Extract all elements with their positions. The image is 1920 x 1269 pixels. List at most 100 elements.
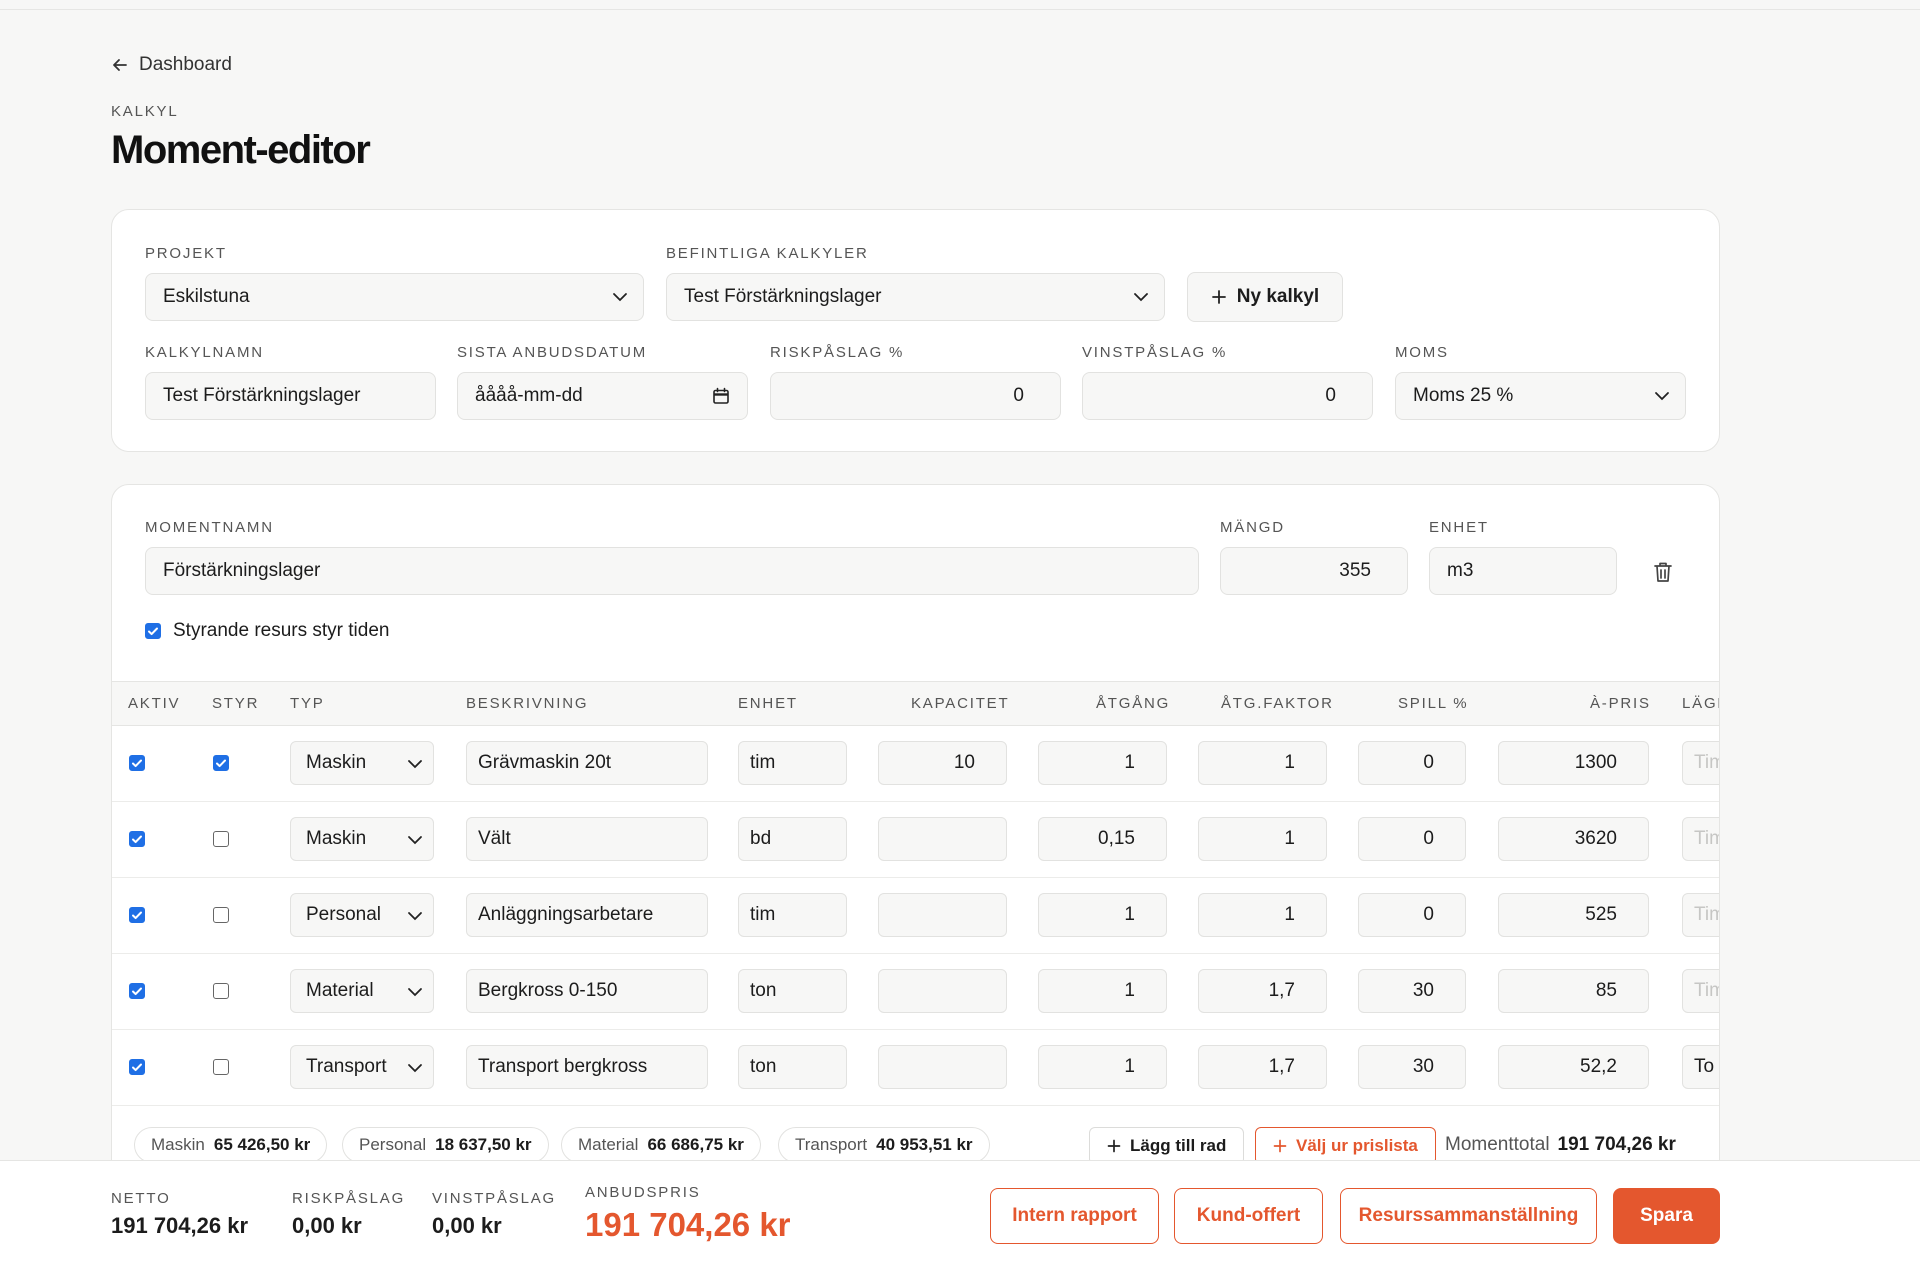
- beskrivning-input[interactable]: Bergkross 0-150: [466, 969, 708, 1013]
- vat-select[interactable]: Moms 25 %: [1395, 372, 1686, 420]
- atgfaktor-value: 1: [1284, 828, 1295, 849]
- beskrivning-value: Grävmaskin 20t: [478, 752, 612, 773]
- kapacitet-input[interactable]: [878, 817, 1007, 861]
- steering-row-checkbox[interactable]: [213, 907, 229, 923]
- active-checkbox[interactable]: [129, 755, 145, 771]
- atgang-input[interactable]: 1: [1038, 741, 1167, 785]
- save-button[interactable]: Spara: [1613, 1188, 1720, 1244]
- plus-icon: [1107, 1139, 1121, 1153]
- active-checkbox[interactable]: [129, 1059, 145, 1075]
- steering-row-checkbox[interactable]: [213, 983, 229, 999]
- apris-input[interactable]: 525: [1498, 893, 1649, 937]
- spill-input[interactable]: 30: [1358, 1045, 1466, 1089]
- enhet-input[interactable]: tim: [738, 741, 847, 785]
- atgang-input[interactable]: 1: [1038, 969, 1167, 1013]
- atgfaktor-input[interactable]: 1,7: [1198, 1045, 1327, 1089]
- enhet-input[interactable]: ton: [738, 969, 847, 1013]
- lage-input[interactable]: Tim: [1682, 969, 1719, 1013]
- profit-markup-label: VINSTPÅSLAG %: [1082, 344, 1228, 361]
- bid-date-input[interactable]: åååå-mm-dd: [457, 372, 748, 420]
- lage-value: Tim: [1694, 980, 1719, 1001]
- apris-value: 3620: [1574, 828, 1617, 849]
- check-icon: [216, 759, 226, 768]
- active-checkbox[interactable]: [129, 831, 145, 847]
- spill-value: 0: [1423, 828, 1434, 849]
- apris-input[interactable]: 85: [1498, 969, 1649, 1013]
- atgang-input[interactable]: 1: [1038, 1045, 1167, 1089]
- steering-row-checkbox[interactable]: [213, 1059, 229, 1075]
- quantity-input[interactable]: 355: [1220, 547, 1408, 595]
- beskrivning-input[interactable]: Vält: [466, 817, 708, 861]
- apris-input[interactable]: 52,2: [1498, 1045, 1649, 1089]
- steering-checkbox[interactable]: [145, 623, 161, 639]
- atgang-value: 1: [1124, 1056, 1135, 1077]
- spill-input[interactable]: 0: [1358, 817, 1466, 861]
- internal-report-button[interactable]: Intern rapport: [990, 1188, 1159, 1244]
- existing-calcs-select[interactable]: Test Förstärkningslager: [666, 273, 1165, 321]
- beskrivning-input[interactable]: Transport bergkross: [466, 1045, 708, 1089]
- beskrivning-input[interactable]: Grävmaskin 20t: [466, 741, 708, 785]
- spill-input[interactable]: 30: [1358, 969, 1466, 1013]
- calendar-icon[interactable]: [712, 387, 730, 405]
- kapacitet-input[interactable]: [878, 893, 1007, 937]
- chevron-down-icon: [1134, 293, 1148, 302]
- kapacitet-input[interactable]: [878, 1045, 1007, 1089]
- col-atgfaktor: ÅTG.FAKTOR: [1221, 695, 1334, 712]
- spill-value: 0: [1423, 752, 1434, 773]
- apris-input[interactable]: 1300: [1498, 741, 1649, 785]
- type-select[interactable]: Maskin: [290, 741, 434, 785]
- atgfaktor-input[interactable]: 1: [1198, 817, 1327, 861]
- enhet-input[interactable]: ton: [738, 1045, 847, 1089]
- lage-input[interactable]: Tim: [1682, 893, 1719, 937]
- moment-name-input[interactable]: Förstärkningslager: [145, 547, 1199, 595]
- enhet-value: bd: [750, 828, 772, 849]
- atgfaktor-input[interactable]: 1: [1198, 893, 1327, 937]
- resource-summary-button[interactable]: Resurssammanställning: [1340, 1188, 1597, 1244]
- check-icon: [132, 835, 142, 844]
- kapacitet-input[interactable]: [878, 969, 1007, 1013]
- type-select[interactable]: Maskin: [290, 817, 434, 861]
- lage-input[interactable]: Tim: [1682, 817, 1719, 861]
- table-row: Transport Transport bergkross ton 1 1,7 30 52,…: [112, 1030, 1719, 1106]
- bid-price-value: 191 704,26 kr: [585, 1206, 791, 1243]
- risk-markup-input[interactable]: 0: [770, 372, 1061, 420]
- kapacitet-input[interactable]: 10: [878, 741, 1007, 785]
- atgfaktor-input[interactable]: 1,7: [1198, 969, 1327, 1013]
- type-select[interactable]: Personal: [290, 893, 434, 937]
- unit-input[interactable]: m3: [1429, 547, 1617, 595]
- profit-markup-input[interactable]: 0: [1082, 372, 1373, 420]
- calc-name-input[interactable]: Test Förstärkningslager: [145, 372, 436, 420]
- lage-input[interactable]: Tim: [1682, 741, 1719, 785]
- atgang-input[interactable]: 0,15: [1038, 817, 1167, 861]
- check-icon: [132, 1063, 142, 1072]
- moment-total-value: 191 704,26 kr: [1557, 1134, 1676, 1155]
- back-link[interactable]: Dashboard: [111, 54, 232, 76]
- spill-input[interactable]: 0: [1358, 741, 1466, 785]
- new-calc-button[interactable]: Ny kalkyl: [1187, 272, 1343, 322]
- customer-offer-button[interactable]: Kund-offert: [1174, 1188, 1323, 1244]
- steering-row-checkbox[interactable]: [213, 755, 229, 771]
- top-bar: [0, 0, 1920, 10]
- arrow-left-icon: [113, 59, 127, 71]
- apris-input[interactable]: 3620: [1498, 817, 1649, 861]
- type-select[interactable]: Material: [290, 969, 434, 1013]
- type-select[interactable]: Transport: [290, 1045, 434, 1089]
- active-checkbox[interactable]: [129, 983, 145, 999]
- moment-card: MOMENTNAMN Förstärkningslager MÄNGD 355 …: [111, 484, 1720, 1184]
- trash-icon[interactable]: [1652, 560, 1674, 584]
- beskrivning-value: Transport bergkross: [478, 1056, 648, 1077]
- atgang-value: 1: [1124, 752, 1135, 773]
- enhet-input[interactable]: tim: [738, 893, 847, 937]
- col-enhet: ENHET: [738, 695, 798, 712]
- atgfaktor-input[interactable]: 1: [1198, 741, 1327, 785]
- lage-input[interactable]: To: [1682, 1045, 1719, 1089]
- steering-row-checkbox[interactable]: [213, 831, 229, 847]
- enhet-input[interactable]: bd: [738, 817, 847, 861]
- project-select[interactable]: Eskilstuna: [145, 273, 644, 321]
- active-checkbox[interactable]: [129, 907, 145, 923]
- spill-input[interactable]: 0: [1358, 893, 1466, 937]
- typ-value: Transport: [306, 1056, 387, 1077]
- atgang-input[interactable]: 1: [1038, 893, 1167, 937]
- calc-name-label: KALKYLNAMN: [145, 344, 264, 361]
- beskrivning-input[interactable]: Anläggningsarbetare: [466, 893, 708, 937]
